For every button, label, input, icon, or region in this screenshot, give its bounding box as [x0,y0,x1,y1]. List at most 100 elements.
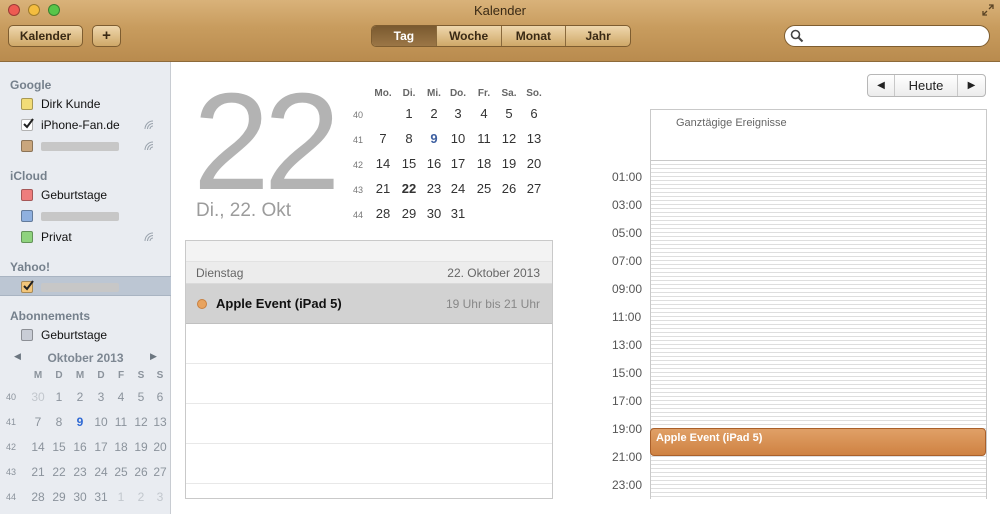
calendar-checkbox[interactable] [21,189,33,201]
month-day[interactable]: 10 [444,131,472,146]
calendar-checkbox[interactable] [21,118,34,131]
month-day[interactable]: 6 [520,106,548,121]
month-day[interactable]: 29 [395,206,423,221]
mini-day[interactable]: 1 [49,390,69,404]
mini-day[interactable]: 25 [111,465,131,479]
mini-day[interactable]: 19 [131,440,151,454]
calendar-checkbox[interactable] [21,280,34,293]
view-switcher: Tag Woche Monat Jahr [371,25,631,47]
month-day[interactable]: 20 [520,156,548,171]
calendar-checkbox[interactable] [21,231,33,243]
month-day[interactable]: 25 [470,181,498,196]
month-day[interactable]: 28 [369,206,397,221]
mini-day[interactable]: 3 [91,390,111,404]
previous-day-button[interactable]: ◀ [868,75,895,96]
mini-day[interactable]: 10 [91,415,111,429]
mini-day[interactable]: 14 [28,440,48,454]
mini-day[interactable]: 8 [49,415,69,429]
calendar-item[interactable]: Dirk Kunde [0,94,171,114]
mini-day[interactable]: 9 [70,415,90,429]
mini-day[interactable]: 2 [131,490,151,504]
mini-day[interactable]: 2 [70,390,90,404]
calendar-checkbox[interactable] [21,210,33,222]
calendar-item[interactable]: Geburtstage [0,325,171,345]
calendar-checkbox[interactable] [21,329,33,341]
mini-day[interactable]: 24 [91,465,111,479]
month-day[interactable]: 4 [470,106,498,121]
month-day[interactable]: 3 [444,106,472,121]
month-day[interactable]: 22 [395,181,423,196]
month-day[interactable]: 13 [520,131,548,146]
mini-day[interactable]: 4 [111,390,131,404]
mini-day[interactable]: 30 [70,490,90,504]
view-tab-monat[interactable]: Monat [500,26,566,46]
mini-day[interactable]: 13 [150,415,170,429]
view-tab-tag[interactable]: Tag [372,26,436,46]
mini-day[interactable]: 17 [91,440,111,454]
month-day[interactable]: 27 [520,181,548,196]
mini-day[interactable]: 11 [111,415,131,429]
mini-day[interactable]: 23 [70,465,90,479]
calendars-button[interactable]: Kalender [8,25,83,47]
mini-day[interactable]: 31 [91,490,111,504]
mini-day[interactable]: 30 [28,390,48,404]
mini-day[interactable]: 12 [131,415,151,429]
all-day-section[interactable]: Ganztägige Ereignisse [651,110,986,161]
mini-day[interactable]: 27 [150,465,170,479]
month-day[interactable]: 7 [369,131,397,146]
calendar-item[interactable]: iPhone-Fan.de [0,115,171,135]
event-row[interactable]: Apple Event (iPad 5) 19 Uhr bis 21 Uhr [186,284,552,324]
timeline-event-title: Apple Event (iPad 5) [656,432,763,444]
redacted-label [41,142,119,151]
next-day-button[interactable]: ▶ [958,75,985,96]
fullscreen-icon[interactable] [982,4,994,16]
mini-day[interactable]: 28 [28,490,48,504]
month-day[interactable]: 14 [369,156,397,171]
month-day[interactable]: 17 [444,156,472,171]
view-tab-woche[interactable]: Woche [435,26,501,46]
mini-day[interactable]: 6 [150,390,170,404]
hour-label: 03:00 [612,198,643,212]
mini-day[interactable]: 1 [111,490,131,504]
mini-day[interactable]: 29 [49,490,69,504]
timeline-event[interactable]: Apple Event (iPad 5) [650,428,986,456]
calendar-checkbox[interactable] [21,140,33,152]
view-tab-jahr[interactable]: Jahr [565,26,630,46]
mini-day[interactable]: 22 [49,465,69,479]
mini-day[interactable]: 26 [131,465,151,479]
month-day[interactable]: 5 [495,106,523,121]
month-day[interactable]: 1 [395,106,423,121]
mini-day[interactable]: 20 [150,440,170,454]
mini-week-row: 43 21 22 23 24 25 26 27 [0,463,171,481]
calendar-item[interactable]: Geburtstage [0,185,171,205]
month-day[interactable]: 8 [395,131,423,146]
month-day[interactable]: 21 [369,181,397,196]
month-day[interactable]: 19 [495,156,523,171]
mini-day[interactable]: 15 [49,440,69,454]
today-button[interactable]: Heute [895,75,958,96]
calendar-item[interactable] [0,276,171,296]
month-day[interactable]: 15 [395,156,423,171]
day-header: Dienstag 22. Oktober 2013 [186,262,552,284]
search-input[interactable] [784,25,990,47]
calendar-checkbox[interactable] [21,98,33,110]
hour-label: 15:00 [612,366,643,380]
month-day[interactable]: 11 [470,131,498,146]
mini-day[interactable]: 5 [131,390,151,404]
month-day[interactable]: 24 [444,181,472,196]
month-day[interactable]: 26 [495,181,523,196]
add-event-button[interactable]: + [92,25,121,47]
mini-day[interactable]: 7 [28,415,48,429]
calendar-item[interactable] [0,136,171,156]
group-header-abonnements: Abonnements [10,309,91,323]
mini-day[interactable]: 3 [150,490,170,504]
month-day[interactable]: 31 [444,206,472,221]
calendar-item[interactable]: Privat [0,227,171,247]
mini-day[interactable]: 16 [70,440,90,454]
mini-day[interactable]: 18 [111,440,131,454]
mini-day[interactable]: 21 [28,465,48,479]
month-day[interactable]: 18 [470,156,498,171]
month-day[interactable]: 12 [495,131,523,146]
calendar-item[interactable] [0,206,171,226]
mini-next-month-button[interactable]: ▶ [150,351,157,362]
